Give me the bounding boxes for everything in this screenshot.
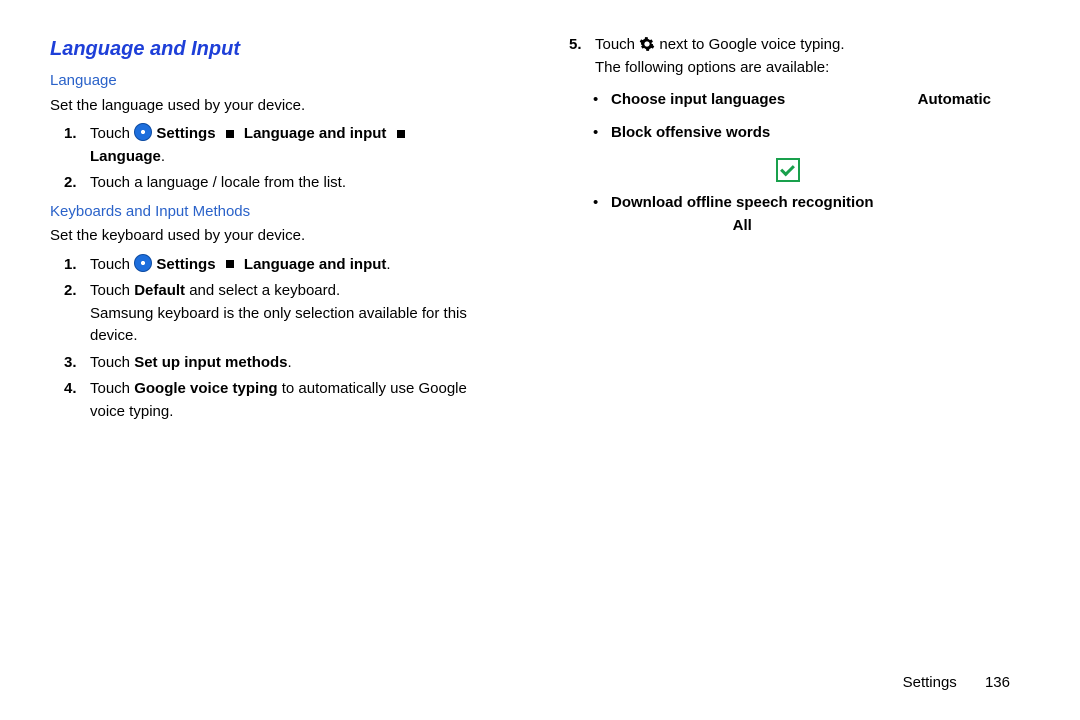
checkmark-icon	[776, 158, 800, 182]
lang-input-label: Language and input	[244, 125, 387, 142]
step-kb-1: 1. Touch Settings Language and input.	[64, 254, 505, 277]
step-number: 3.	[64, 352, 90, 375]
step-text: next to Google voice typing.	[659, 36, 844, 53]
checkbox-row	[585, 158, 1010, 182]
step-kb-2: 2. Touch Default and select a keyboard. …	[64, 280, 505, 348]
option-label: Choose input languages	[611, 89, 785, 112]
page-footer: Settings 136	[903, 672, 1010, 695]
gvt-label: Google voice typing	[134, 380, 277, 397]
step-text: Touch a language / locale from the list.	[90, 172, 505, 195]
step-number: 2.	[64, 172, 90, 195]
option-choose-input: • Choose input languages Automatic	[593, 89, 1010, 112]
step-lang-2: 2. Touch a language / locale from the li…	[64, 172, 505, 195]
step-number: 5.	[569, 34, 595, 79]
settings-label: Settings	[156, 125, 215, 142]
step-note: Samsung keyboard is the only selection a…	[90, 303, 505, 348]
step-number: 4.	[64, 378, 90, 423]
settings-label: Settings	[156, 256, 215, 273]
step-text: The following options are available:	[595, 57, 1010, 80]
step-number: 1.	[64, 254, 90, 277]
option-sub: All	[611, 215, 874, 238]
step-text: Touch	[90, 380, 134, 397]
bullet-icon: •	[593, 122, 611, 145]
option-download-offline: • Download offline speech recognition Al…	[593, 192, 1010, 237]
language-label: Language	[90, 148, 161, 165]
step-number: 2.	[64, 280, 90, 348]
setup-label: Set up input methods	[134, 354, 287, 371]
subsection-language: Language	[50, 70, 505, 93]
right-column: 5. Touch next to Google voice typing. Th…	[535, 30, 1030, 427]
step-kb-3: 3. Touch Set up input methods.	[64, 352, 505, 375]
section-heading: Language and Input	[50, 34, 505, 64]
gear-icon	[639, 36, 655, 52]
bullet-icon: •	[593, 192, 611, 237]
nav-arrow-icon	[226, 130, 234, 138]
step-lang-1: 1. Touch Settings Language and input Lan…	[64, 123, 505, 168]
language-desc: Set the language used by your device.	[50, 95, 505, 118]
bullet-icon: •	[593, 89, 611, 112]
option-label: Block offensive words	[611, 122, 770, 145]
step-text: Touch	[90, 125, 134, 142]
step-text: Touch	[595, 36, 639, 53]
step-5: 5. Touch next to Google voice typing. Th…	[569, 34, 1010, 79]
option-label: Download offline speech recognition	[611, 192, 874, 215]
option-value: Automatic	[918, 89, 991, 112]
footer-page-number: 136	[985, 674, 1010, 691]
step-text: Touch	[90, 256, 134, 273]
nav-arrow-icon	[397, 130, 405, 138]
step-number: 1.	[64, 123, 90, 168]
nav-arrow-icon	[226, 260, 234, 268]
step-text: Touch	[90, 282, 134, 299]
lang-input-label: Language and input	[244, 256, 387, 273]
subsection-keyboards: Keyboards and Input Methods	[50, 201, 505, 224]
footer-section: Settings	[903, 674, 957, 691]
settings-icon	[134, 123, 152, 141]
keyboards-desc: Set the keyboard used by your device.	[50, 225, 505, 248]
default-label: Default	[134, 282, 185, 299]
step-kb-4: 4. Touch Google voice typing to automati…	[64, 378, 505, 423]
step-text: Touch	[90, 354, 134, 371]
option-block-words: • Block offensive words	[593, 122, 1010, 145]
settings-icon	[134, 254, 152, 272]
left-column: Language and Input Language Set the lang…	[50, 30, 535, 427]
